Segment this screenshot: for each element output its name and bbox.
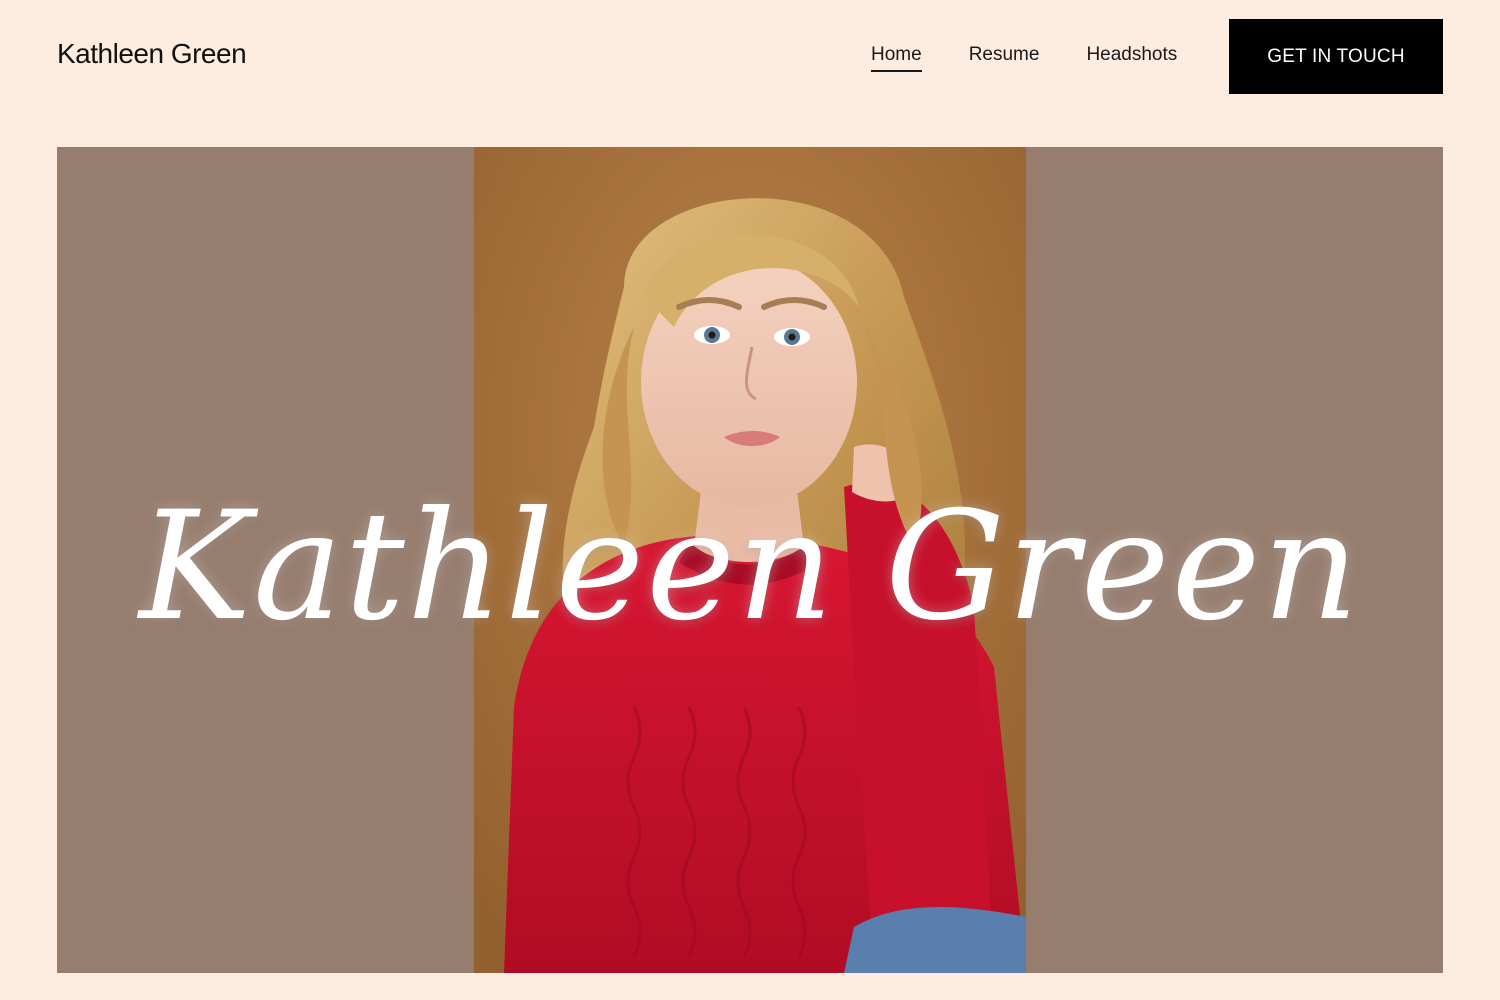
main-nav: Home Resume Headshots: [871, 44, 1177, 72]
nav-item-resume[interactable]: Resume: [969, 44, 1040, 72]
site-header: Kathleen Green Home Resume Headshots GET…: [0, 0, 1500, 112]
page: Kathleen Green Home Resume Headshots GET…: [0, 0, 1500, 1000]
site-logo-text[interactable]: Kathleen Green: [57, 38, 247, 70]
nav-item-headshots[interactable]: Headshots: [1086, 44, 1177, 72]
nav-item-home[interactable]: Home: [871, 44, 922, 72]
get-in-touch-button[interactable]: GET IN TOUCH: [1229, 19, 1443, 94]
hero-section: Kathleen Green: [57, 147, 1443, 973]
headshot-photo: [474, 147, 1026, 973]
headshot-illustration: [474, 147, 1026, 973]
